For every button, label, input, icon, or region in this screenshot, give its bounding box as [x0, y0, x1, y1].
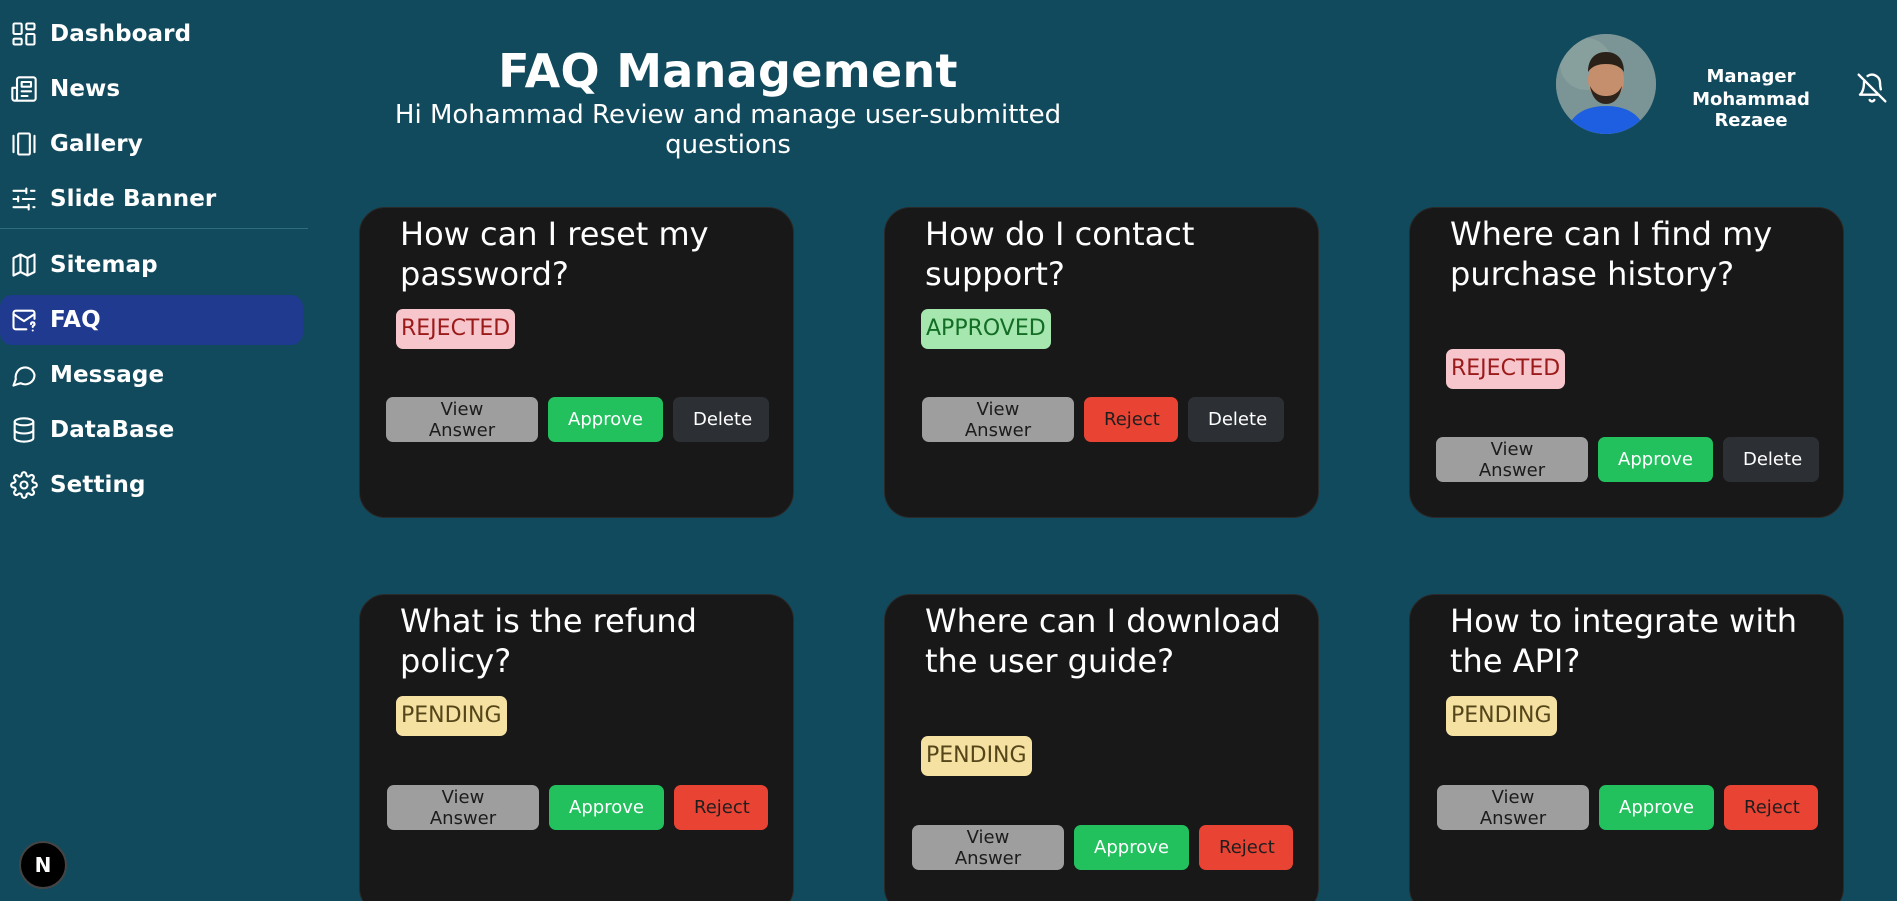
faq-question: How to integrate with the API?	[1450, 602, 1798, 680]
faq-question: Where can I download the user guide?	[925, 602, 1281, 680]
sidebar: Dashboard News Gallery Slide Banner Site…	[0, 0, 308, 901]
sidebar-item-setting[interactable]: Setting	[0, 460, 303, 510]
status-badge: PENDING	[1446, 696, 1557, 736]
status-badge: APPROVED	[921, 309, 1051, 349]
sidebar-item-label: Setting	[50, 472, 146, 498]
delete-button[interactable]: Delete	[673, 397, 769, 442]
reject-button[interactable]: Reject	[1084, 397, 1178, 442]
faq-question: How can I reset my password?	[400, 215, 709, 293]
faq-question: How do I contact support?	[925, 215, 1195, 293]
card-actions: View Answer Approve Delete	[1436, 437, 1819, 482]
approve-button[interactable]: Approve	[1599, 785, 1714, 830]
app-root: Dashboard News Gallery Slide Banner Site…	[0, 0, 1897, 901]
faq-card: How can I reset my password? REJECTED Vi…	[359, 207, 794, 518]
sidebar-item-gallery[interactable]: Gallery	[0, 119, 303, 169]
view-answer-button[interactable]: View Answer	[1437, 785, 1589, 830]
page-subtitle: Hi Mohammad Review and manage user-submi…	[394, 100, 1062, 160]
sidebar-item-label: Slide Banner	[50, 186, 217, 212]
status-badge: REJECTED	[396, 309, 516, 349]
view-answer-button[interactable]: View Answer	[387, 785, 539, 830]
nextjs-dev-indicator-button[interactable]: N	[19, 841, 67, 889]
delete-button[interactable]: Delete	[1188, 397, 1284, 442]
status-badge: REJECTED	[1446, 349, 1566, 389]
sidebar-item-label: FAQ	[50, 307, 101, 333]
faq-card: How to integrate with the API? PENDING V…	[1409, 594, 1844, 901]
faq-card: Where can I find my purchase history? RE…	[1409, 207, 1844, 518]
faq-question: What is the refund policy?	[400, 602, 697, 680]
reject-button[interactable]: Reject	[674, 785, 768, 830]
sidebar-divider	[0, 228, 308, 229]
sliders-icon	[10, 185, 38, 213]
sidebar-item-label: News	[50, 76, 121, 102]
view-answer-button[interactable]: View Answer	[922, 397, 1074, 442]
view-answer-button[interactable]: View Answer	[1436, 437, 1588, 482]
card-actions: View Answer Approve Delete	[386, 397, 769, 442]
sidebar-item-news[interactable]: News	[0, 64, 303, 114]
sidebar-item-label: Message	[50, 362, 165, 388]
faq-question: Where can I find my purchase history?	[1450, 215, 1773, 293]
sidebar-item-label: Gallery	[50, 131, 143, 157]
mail-question-icon	[10, 306, 38, 334]
next-logo-letter: N	[34, 853, 52, 877]
sidebar-item-slide-banner[interactable]: Slide Banner	[0, 174, 303, 224]
sidebar-item-sitemap[interactable]: Sitemap	[0, 240, 303, 290]
user-role: Manager	[1706, 66, 1796, 87]
sidebar-item-faq[interactable]: FAQ	[0, 295, 303, 345]
dashboard-icon	[10, 20, 38, 48]
sidebar-item-label: DataBase	[50, 417, 175, 443]
card-actions: View Answer Approve Reject	[387, 785, 768, 830]
sidebar-item-label: Dashboard	[50, 21, 192, 47]
approve-button[interactable]: Approve	[1074, 825, 1189, 870]
chat-bubble-icon	[10, 361, 38, 389]
database-icon	[10, 416, 38, 444]
sidebar-item-message[interactable]: Message	[0, 350, 303, 400]
map-icon	[10, 251, 38, 279]
faq-card: Where can I download the user guide? PEN…	[884, 594, 1319, 901]
faq-card: What is the refund policy? PENDING View …	[359, 594, 794, 901]
reject-button[interactable]: Reject	[1199, 825, 1293, 870]
newspaper-icon	[10, 75, 38, 103]
user-name: Mohammad Rezaee	[1692, 89, 1810, 131]
view-answer-button[interactable]: View Answer	[386, 397, 538, 442]
status-badge: PENDING	[396, 696, 507, 736]
card-actions: View Answer Reject Delete	[922, 397, 1284, 442]
reject-button[interactable]: Reject	[1724, 785, 1818, 830]
faq-card: How do I contact support? APPROVED View …	[884, 207, 1319, 518]
status-badge: PENDING	[921, 736, 1032, 776]
sidebar-item-dashboard[interactable]: Dashboard	[0, 9, 303, 59]
user-info: Manager Mohammad Rezaee	[1660, 66, 1842, 131]
notifications-off-bell-icon[interactable]	[1856, 72, 1888, 104]
delete-button[interactable]: Delete	[1723, 437, 1819, 482]
approve-button[interactable]: Approve	[549, 785, 664, 830]
card-actions: View Answer Approve Reject	[1437, 785, 1818, 830]
approve-button[interactable]: Approve	[548, 397, 663, 442]
avatar[interactable]	[1556, 34, 1656, 134]
approve-button[interactable]: Approve	[1598, 437, 1713, 482]
sidebar-item-label: Sitemap	[50, 252, 158, 278]
view-answer-button[interactable]: View Answer	[912, 825, 1064, 870]
sidebar-item-database[interactable]: DataBase	[0, 405, 303, 455]
gear-icon	[10, 471, 38, 499]
gallery-icon	[10, 130, 38, 158]
page-title: FAQ Management	[498, 44, 958, 98]
card-actions: View Answer Approve Reject	[912, 825, 1293, 870]
